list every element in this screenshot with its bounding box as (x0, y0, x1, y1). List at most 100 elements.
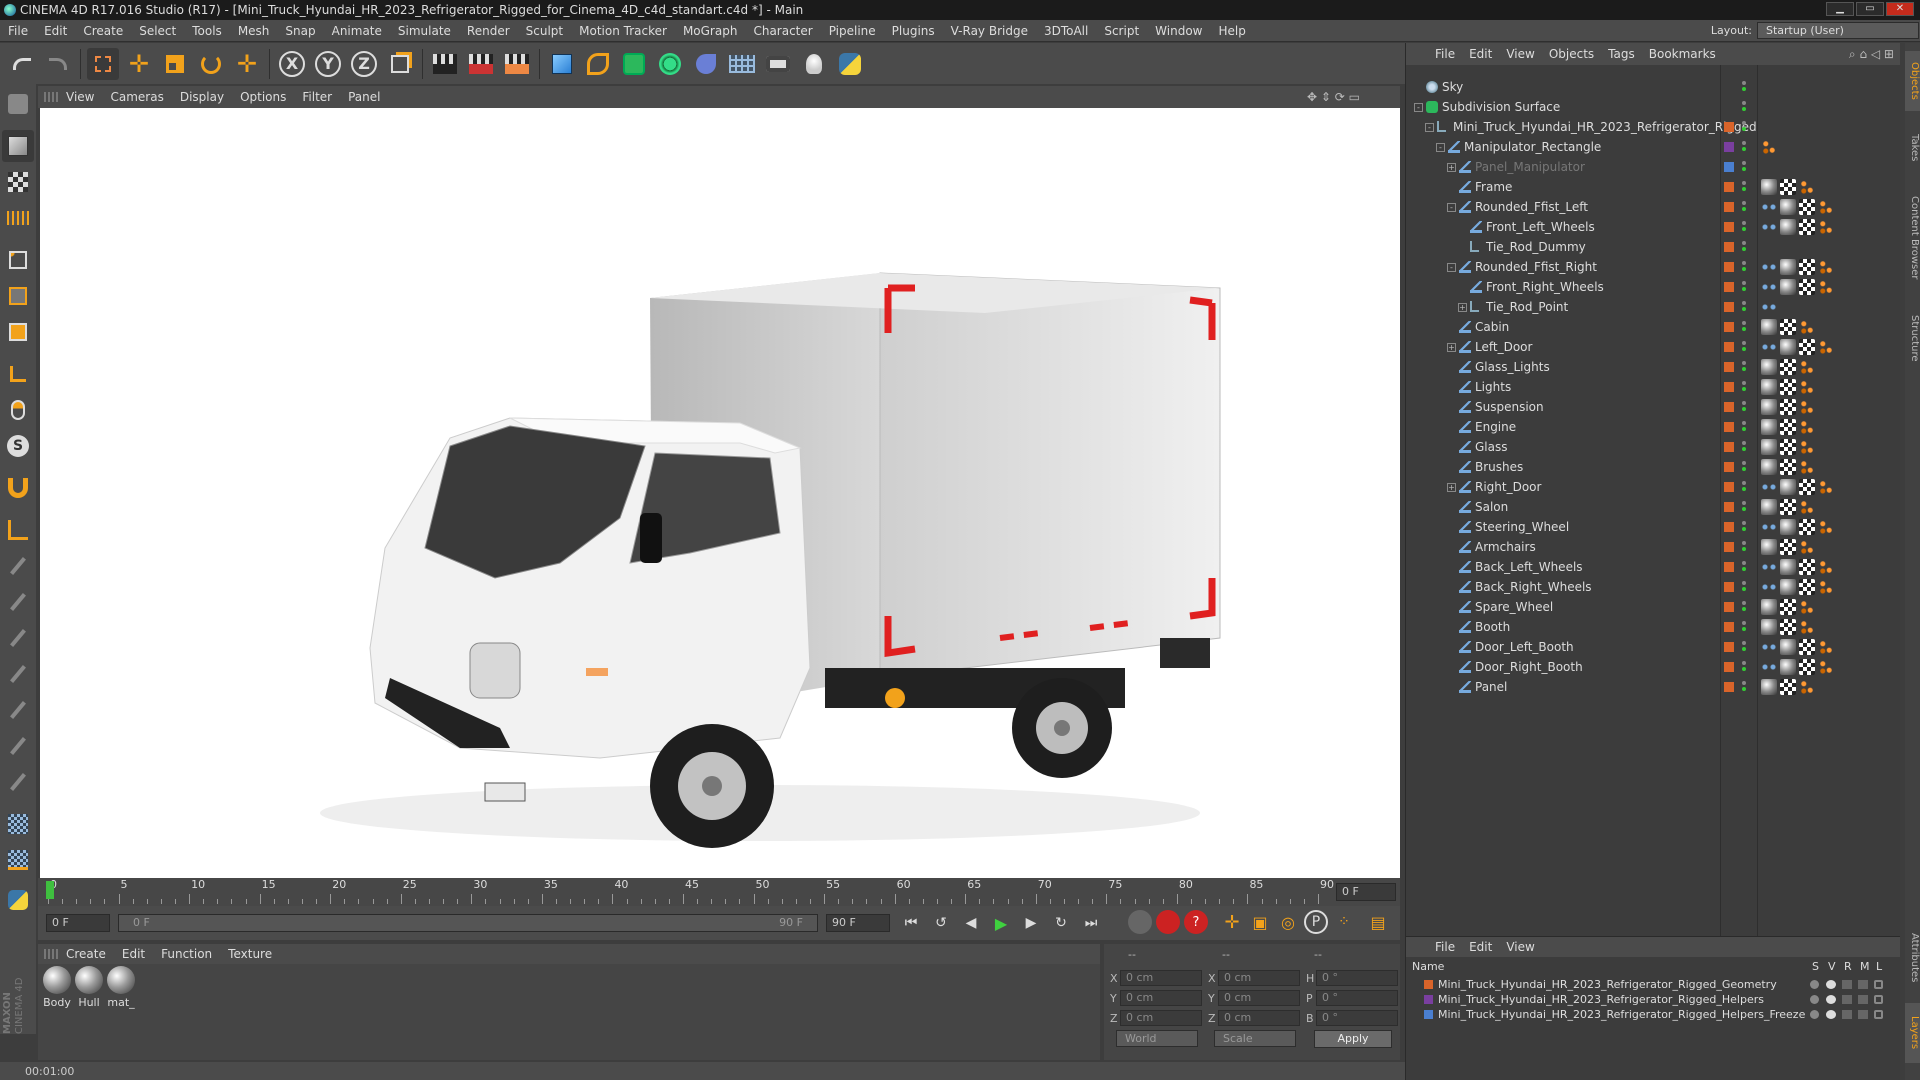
render-visibility-dot[interactable] (1742, 387, 1746, 391)
visibility-dots[interactable] (1742, 660, 1748, 674)
uvw-tag-icon[interactable] (1780, 499, 1796, 515)
menu-mesh[interactable]: Mesh (230, 24, 278, 38)
layer-manager-icon[interactable] (1858, 980, 1868, 989)
render-visibility-dot[interactable] (1742, 467, 1746, 471)
size-x-field[interactable]: 0 cm (1218, 970, 1300, 986)
phong-tag-icon[interactable] (1761, 139, 1777, 155)
om-menu-objects[interactable]: Objects (1542, 47, 1601, 61)
editor-visibility-dot[interactable] (1742, 681, 1746, 685)
om-menu-bookmarks[interactable]: Bookmarks (1642, 47, 1723, 61)
python-script-button[interactable] (2, 884, 34, 916)
layer-row[interactable]: Mini_Truck_Hyundai_HR_2023_Refrigerator_… (1406, 977, 1900, 992)
object-row[interactable]: Back_Right_Wheels (1406, 577, 1901, 597)
menu-tools[interactable]: Tools (184, 24, 230, 38)
render-visibility-dot[interactable] (1742, 687, 1746, 691)
object-row[interactable]: Panel (1406, 677, 1901, 697)
visibility-dots[interactable] (1742, 320, 1748, 334)
motion-record-button[interactable] (1128, 910, 1152, 934)
layer-color-swatch[interactable] (1724, 622, 1734, 632)
phong-tag-icon[interactable] (1799, 619, 1815, 635)
y-axis-lock-button[interactable]: Y (312, 48, 344, 80)
layer-visible-eye-icon[interactable] (1826, 995, 1836, 1004)
visibility-dots[interactable] (1742, 560, 1748, 574)
scale-button[interactable] (159, 48, 191, 80)
visibility-dots[interactable] (1742, 300, 1748, 314)
render-visibility-dot[interactable] (1742, 87, 1746, 91)
visibility-dots[interactable] (1742, 680, 1748, 694)
render-visibility-dot[interactable] (1742, 567, 1746, 571)
sculpt-tool-5-button[interactable] (2, 694, 34, 726)
object-row[interactable]: Engine (1406, 417, 1901, 437)
auto-key-button[interactable]: ? (1184, 910, 1208, 934)
layer-render-icon[interactable] (1842, 1010, 1852, 1019)
lm-menu-file[interactable]: File (1428, 940, 1462, 954)
menu-help[interactable]: Help (1210, 24, 1253, 38)
selection-tag-icon[interactable] (1761, 299, 1777, 315)
start-frame-field[interactable]: 0 F (46, 914, 110, 932)
points-mode-button[interactable] (2, 244, 34, 276)
visibility-dots[interactable] (1742, 400, 1748, 414)
visibility-dots[interactable] (1742, 240, 1748, 254)
render-visibility-dot[interactable] (1742, 187, 1746, 191)
visibility-dots[interactable] (1742, 280, 1748, 294)
om-menu-file[interactable]: File (1428, 47, 1462, 61)
position-x-field[interactable]: 0 cm (1120, 970, 1202, 986)
layer-color-swatch[interactable] (1724, 382, 1734, 392)
render-visibility-dot[interactable] (1742, 147, 1746, 151)
timeline-ruler[interactable]: 051015202530354045505560657075808590 0 F (38, 878, 1400, 906)
expand-toggle-icon[interactable]: - (1436, 143, 1445, 152)
object-row[interactable]: Front_Left_Wheels (1406, 217, 1901, 237)
material-tag-icon[interactable] (1780, 219, 1796, 235)
layer-visible-eye-icon[interactable] (1826, 1010, 1836, 1019)
layer-color-swatch[interactable] (1424, 995, 1433, 1004)
key-parameter-button[interactable]: P (1304, 910, 1328, 934)
render-visibility-dot[interactable] (1742, 307, 1746, 311)
render-visibility-dot[interactable] (1742, 347, 1746, 351)
material-tag-icon[interactable] (1761, 619, 1777, 635)
visibility-dots[interactable] (1742, 260, 1748, 274)
layer-color-swatch[interactable] (1724, 522, 1734, 532)
live-selection-button[interactable] (87, 47, 119, 80)
go-to-end-button[interactable]: ⏭ (1078, 910, 1104, 936)
render-visibility-dot[interactable] (1742, 607, 1746, 611)
current-frame-marker[interactable] (46, 881, 54, 899)
visibility-dots[interactable] (1742, 100, 1748, 114)
layer-visible-eye-icon[interactable] (1826, 980, 1836, 989)
editor-visibility-dot[interactable] (1742, 481, 1746, 485)
layer-color-swatch[interactable] (1424, 1010, 1433, 1019)
editor-visibility-dot[interactable] (1742, 281, 1746, 285)
uvw-tag-icon[interactable] (1780, 319, 1796, 335)
layer-lock-icon[interactable] (1874, 995, 1883, 1004)
object-row[interactable]: Frame (1406, 177, 1901, 197)
layer-manager-icon[interactable] (1858, 1010, 1868, 1019)
layer-color-swatch[interactable] (1724, 302, 1734, 312)
uvw-tag-icon[interactable] (1780, 359, 1796, 375)
axis-mode-button[interactable] (2, 358, 34, 390)
model-mode-button[interactable] (2, 130, 34, 162)
uvw-tag-icon[interactable] (1799, 479, 1815, 495)
editor-visibility-dot[interactable] (1742, 361, 1746, 365)
sculpt-tool-6-button[interactable] (2, 730, 34, 762)
next-key-button[interactable]: ↻ (1048, 910, 1074, 936)
render-visibility-dot[interactable] (1742, 587, 1746, 591)
play-button[interactable]: ▶ (988, 910, 1014, 936)
subdivision-button[interactable] (618, 48, 650, 80)
render-visibility-dot[interactable] (1742, 267, 1746, 271)
visibility-dots[interactable] (1742, 200, 1748, 214)
menu-render[interactable]: Render (459, 24, 518, 38)
menu-sculpt[interactable]: Sculpt (518, 24, 571, 38)
object-row[interactable]: - Mini_Truck_Hyundai_HR_2023_Refrigerator… (1406, 117, 1901, 137)
lm-menu-edit[interactable]: Edit (1462, 940, 1499, 954)
om-menu-tags[interactable]: Tags (1601, 47, 1642, 61)
visibility-dots[interactable] (1742, 520, 1748, 534)
next-frame-button[interactable]: ▶ (1018, 910, 1044, 936)
lock-workplane-button[interactable] (2, 844, 34, 876)
tab-attributes[interactable]: Attributes (1905, 923, 1920, 993)
layer-color-swatch[interactable] (1724, 562, 1734, 572)
uvw-tag-icon[interactable] (1799, 259, 1815, 275)
menu-mograph[interactable]: MoGraph (675, 24, 746, 38)
selection-tag-icon[interactable] (1761, 219, 1777, 235)
uvw-tag-icon[interactable] (1780, 399, 1796, 415)
editor-visibility-dot[interactable] (1742, 101, 1746, 105)
phong-tag-icon[interactable] (1818, 519, 1834, 535)
